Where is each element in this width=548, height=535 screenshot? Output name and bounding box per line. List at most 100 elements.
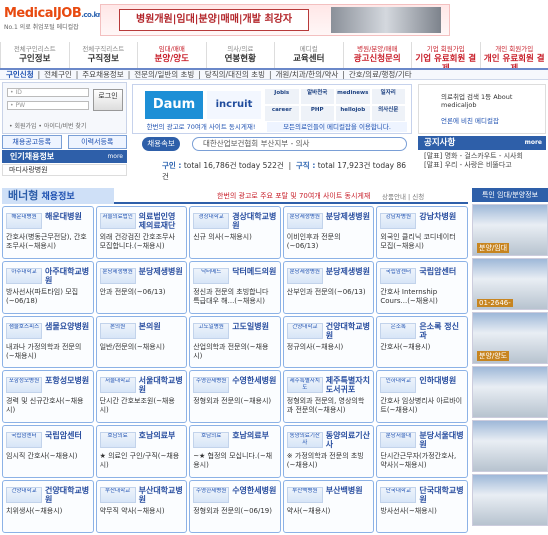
job-banner-card[interactable]: 분당제생병원 분당제생병원 이비인후과 전문의(~06/13): [282, 206, 375, 259]
nav-item[interactable]: 개인 회원가입개인 유료회원 결제: [479, 42, 548, 74]
hospital-logo: 강남차병원: [380, 213, 417, 229]
job-description: 간호사(병동근무전담), 간호조무사(~채용시): [6, 233, 87, 250]
property-banner[interactable]: 분양/양도: [472, 312, 548, 364]
property-banner[interactable]: [472, 366, 548, 418]
job-banner-card[interactable]: 아주대학교 아주대학교병원 방사선사(파트타임) 모집(~06/18): [2, 260, 94, 314]
nav-item[interactable]: 기업 회원가입기업 유료회원 결제: [411, 42, 480, 74]
ad-incruit[interactable]: incruit: [207, 91, 261, 119]
nav-item[interactable]: 메디컬 교육센터: [274, 42, 343, 68]
job-banner-card[interactable]: 분당서울대 분당서울대병원 단시간근무자(가정간호사, 약사)(~채용시): [376, 425, 468, 479]
job-banner-card[interactable]: 국립암센터 국립암센터 임시직 간호사(~채용시): [2, 425, 94, 479]
nav-item[interactable]: 병원/분양/매매 광고신청문의: [342, 42, 412, 68]
subnav-item[interactable]: 주요채용정보: [82, 70, 123, 79]
partner-logo[interactable]: career: [265, 106, 299, 121]
id-field[interactable]: • ID: [7, 88, 89, 97]
job-banner-card[interactable]: 부산백병원 부산백병원 약사(~채용시): [282, 480, 375, 533]
nav-item[interactable]: 전체구인리스트 구인정보: [0, 42, 69, 68]
hospital-name: 강남차병원: [419, 212, 457, 221]
job-banner-card[interactable]: 서울의료법인 의료법인영 제의료재단 외래 건강검진 간호조무사 모집합니다.(~채…: [95, 206, 188, 259]
flash-news-ticker[interactable]: 대한산업보건협회 부산지부 - 의사: [192, 137, 407, 151]
partner-logo[interactable]: hellojob: [336, 106, 370, 121]
job-description: 단시간 간호보조원(~채용시): [99, 397, 175, 415]
job-banner-card[interactable]: 수영한세병원 수영한세병원 정형외과 전문의(~채용시): [189, 370, 281, 424]
job-banner-card[interactable]: 국립암센터 국립암센터 간호사 Internship Cours...(~채용시): [376, 260, 468, 314]
top-banner[interactable]: 병원개원|임대|분양|매매|개발 최강자: [100, 4, 450, 36]
partner-logo[interactable]: 일자리: [371, 89, 405, 104]
partner-logo[interactable]: 의사신문: [371, 106, 405, 121]
subnav-item[interactable]: 전문의/일반의 초빙: [134, 70, 194, 79]
job-banner-card[interactable]: 서울대학교 서울대학교병원 단시간 간호보조원(~채용시): [95, 370, 188, 424]
subnav-separator: |: [75, 70, 79, 79]
nav-item[interactable]: 임대/매매 분양/양도: [137, 42, 206, 68]
notice-more[interactable]: more: [525, 136, 542, 150]
job-banner-card[interactable]: 동양의료기산사 동양의료기산사 ※ 가정의학과 전문의 초빙(~채용시): [282, 425, 375, 479]
job-banner-card[interactable]: 건양대학교 건양대학교병원 정규의사(~채용시): [282, 315, 375, 369]
login-button[interactable]: 로그인: [93, 89, 123, 111]
notice-item[interactable]: [말표] 명화 - 걸스카우트 - 시사회: [424, 152, 544, 161]
job-banner-card[interactable]: 수영한세병원 수영한세병원 정형외과 전문의(~06/19): [189, 480, 281, 533]
job-banner-card[interactable]: 인하대학교 인하대병원 간호사 임상병리사 아르바이트(~채용시): [376, 370, 468, 424]
job-banner-card[interactable]: 분당제생병원 분당제생병원 산부인과 전문의(~06/13): [282, 260, 375, 314]
partner-logo[interactable]: 알바천국: [300, 89, 334, 104]
banner-job-grid: 해운대병원 해운대병원 간호사(병동근무전담), 간호조무사(~채용시) 서울의료법인…: [2, 206, 468, 533]
subnav-item[interactable]: 전체구인: [44, 70, 72, 79]
job-banner-card[interactable]: 분당제생병원 분당제생병원 안과 전문의(~06/13): [95, 260, 188, 314]
nav-item[interactable]: 의사/의료 연봉현황: [205, 42, 275, 68]
job-banner-card[interactable]: 제주특별자치도 제주특별자치도서귀포 정형외과 전문의, 영상의학과 전문의(~채용…: [282, 370, 375, 424]
job-description: 방사선사(파트타임) 모집(~06/18): [6, 287, 79, 305]
job-banner-card[interactable]: 닥터메드 닥터메드의원 정신과 전문의 초빙합니다 특급대우 해...(~채용시): [189, 260, 281, 314]
job-banner-card[interactable]: 호남의료 호남의료부 ~★ 협정의 모십니다.(~채용시): [189, 425, 281, 479]
subnav-item[interactable]: 간호/의료/행정/기타: [349, 70, 412, 79]
partner-logo[interactable]: Jobis: [265, 89, 299, 104]
password-field[interactable]: • PW: [7, 101, 89, 110]
job-banner-card[interactable]: 단국대학교 단국대학교병원 방사선사(~채용시): [376, 480, 468, 533]
nav-item-main: 광고신청문의: [353, 54, 401, 64]
nav-item[interactable]: 전체구직리스트 구직정보: [68, 42, 138, 68]
resume-button[interactable]: 이력서등록: [67, 135, 127, 149]
job-description: 임시직 간호사(~채용시): [6, 452, 78, 461]
job-banner-card[interactable]: 본의원 본의원 일반/전문의(~채용시): [95, 315, 188, 369]
ad-caption-2: 모든의료인들이 메디컬잡을 이용합니다.: [267, 122, 407, 132]
job-banner-card[interactable]: 고도일병원 고도일병원 산업의학과 전문의(~채용시): [189, 315, 281, 369]
hospital-logo: 분당제생병원: [286, 267, 323, 284]
notice-item[interactable]: [말표] 우리 - 사랑은 비뚤다고: [424, 161, 544, 170]
job-post-button[interactable]: 채용공고등록: [2, 135, 62, 149]
property-banner[interactable]: [472, 474, 548, 526]
nav-item-main: 교육센터: [293, 54, 325, 64]
banner-section-links[interactable]: 상품안내 | 신청: [382, 191, 424, 201]
subnav-item[interactable]: 당직의/대진의 초빙: [205, 70, 265, 79]
job-banner-card[interactable]: 은소록 은소록 정신과 간호사(~채용시): [376, 315, 468, 369]
subnav-item[interactable]: 개원/치과/한의/약사: [276, 70, 339, 79]
nav-item-sub: 개인 회원가입: [495, 45, 534, 53]
job-banner-card[interactable]: 해운대병원 해운대병원 간호사(병동근무전담), 간호조무사(~채용시): [2, 206, 94, 259]
ad-daum[interactable]: Daum: [145, 91, 203, 119]
partner-logo[interactable]: medinews: [336, 89, 370, 104]
partner-ads: Daum incruit Jobis 알바천국 medinews 일자리 career P…: [132, 84, 412, 134]
banner-section-title: 배너형 채용정보: [2, 188, 114, 204]
job-banner-card[interactable]: 부산대학교 부산대학교병원 약무직 약사(~채용시): [95, 480, 188, 533]
job-banner-card[interactable]: 건양대학교 건양대학교병원 치위생사(~채용시): [2, 480, 94, 533]
popular-jobs-more[interactable]: more: [107, 150, 123, 163]
job-banner-card[interactable]: 호남의료 호남의료부 ★ 의료인 구인/구직(~채용시): [95, 425, 188, 479]
job-banner-card[interactable]: 강남차병원 강남차병원 외국인 클리닉 코디네이터 모집(~채용시): [376, 206, 468, 259]
partner-logo[interactable]: PHP: [300, 106, 334, 121]
job-description: ★ 의료인 구인/구직(~채용시): [99, 452, 180, 470]
login-options[interactable]: • 회원가입 • 아이디/비번 찾기: [9, 121, 86, 130]
site-logo[interactable]: MedicalJOB.co.kr No.1 의료 취업포털 메디컬잡: [4, 6, 114, 34]
job-description: 내과나 가정의학과 전문의(~채용시): [6, 342, 82, 360]
right-ad[interactable]: 의료취업 검색 1등 About medicaljob 언론에 비친 메디컬잡: [418, 84, 546, 134]
job-banner-card[interactable]: 경상대학교 경상대학교병원 신규 의사(~채용시): [189, 206, 281, 259]
jobs-total: total 16,786건: [183, 161, 237, 170]
property-banner[interactable]: 분양/임대: [472, 204, 548, 256]
right-ad-line2[interactable]: 언론에 비친 메디컬잡: [419, 109, 545, 125]
subnav-item[interactable]: 구인신청: [6, 70, 34, 79]
popular-job-item[interactable]: 마디사랑병원: [2, 164, 127, 176]
job-description: 경력 및 신규간호사(~채용시): [6, 397, 84, 415]
job-banner-card[interactable]: 샘물호스피스 샘물요양병원 내과나 가정의학과 전문의(~채용시): [2, 315, 94, 369]
property-banner[interactable]: 01-2646-: [472, 258, 548, 310]
hospital-name: 건양대학교병원: [325, 321, 370, 340]
property-banner[interactable]: [472, 420, 548, 472]
job-banner-card[interactable]: 포항성모병원 포항성모병원 경력 및 신규간호사(~채용시): [2, 370, 94, 424]
right-column-header[interactable]: 특인 임대/분양정보: [472, 188, 548, 202]
hospital-name: 포항성모병원: [45, 376, 90, 386]
